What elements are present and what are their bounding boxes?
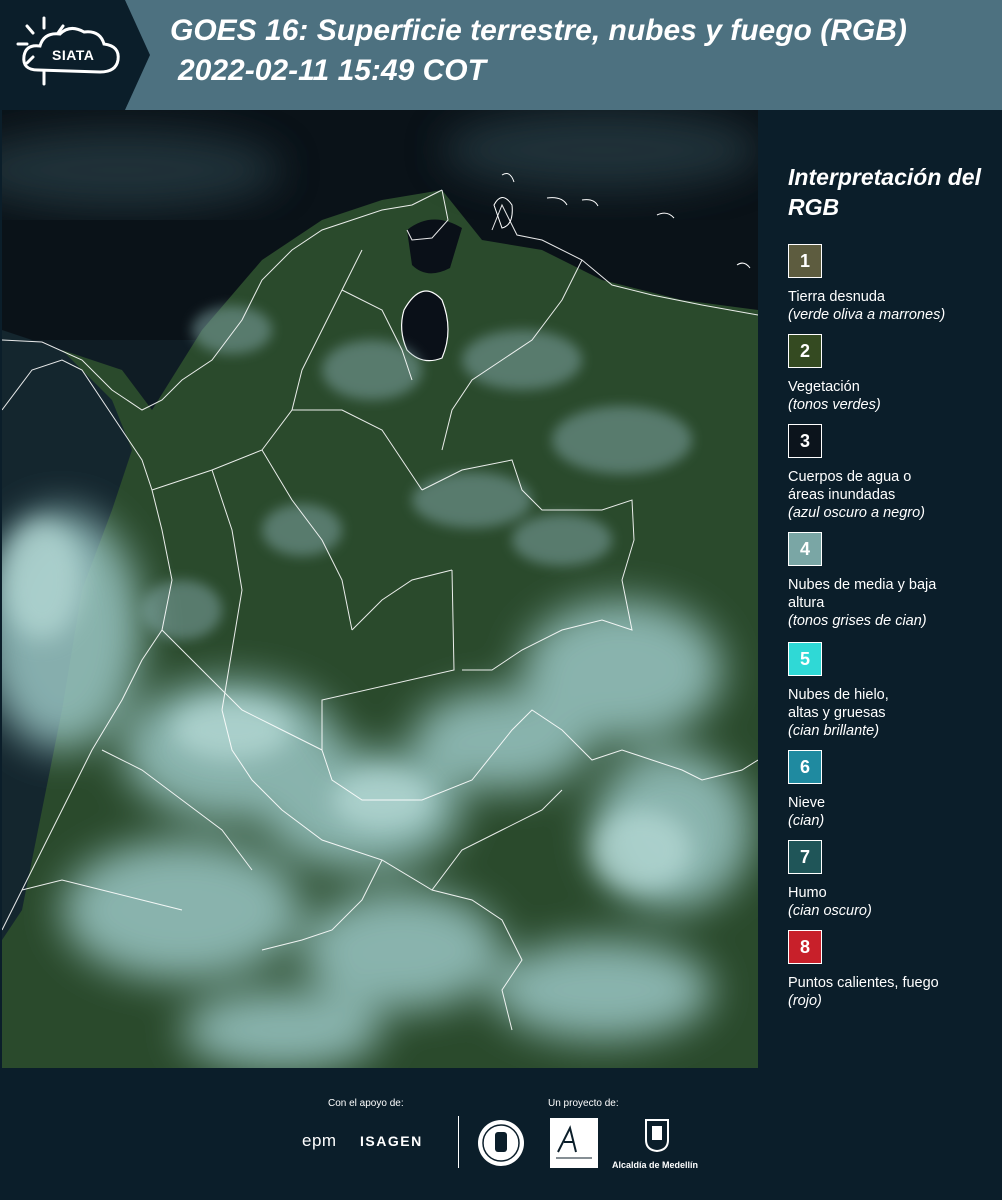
legend-note: (azul oscuro a negro)	[788, 505, 926, 521]
legend-item-smoke: 7 Humo (cian oscuro)	[788, 840, 998, 920]
legend-note: (verde oliva a marrones)	[788, 307, 946, 323]
logo-text: SIATA	[52, 47, 95, 63]
legend-label: Nubes de media y baja altura	[788, 577, 937, 611]
alcaldia-shield-icon	[645, 1119, 669, 1152]
legend-label: Nubes de hielo, altas y gruesas	[788, 687, 889, 721]
timestamp: 2022-02-11 15:49 COT	[178, 54, 486, 87]
legend-item-snow: 6 Nieve (cian)	[788, 750, 998, 830]
legend-note: (rojo)	[788, 993, 822, 1009]
swatch-8: 8	[788, 930, 822, 964]
header-bar: SIATA GOES 16: Superficie terrestre, nub…	[0, 0, 1002, 110]
swatch-3: 3	[788, 424, 822, 458]
footer-divider	[458, 1116, 459, 1168]
legend-note: (cian)	[788, 813, 825, 829]
swatch-5: 5	[788, 642, 822, 676]
isagen-logo: ISAGEN	[360, 1133, 423, 1149]
swatch-4: 4	[788, 532, 822, 566]
footer: Con el apoyo de: Un proyecto de: epm ISA…	[0, 1068, 1002, 1200]
page-title: GOES 16: Superficie terrestre, nubes y f…	[170, 14, 907, 47]
support-label: Con el apoyo de:	[328, 1098, 404, 1109]
legend-item-vegetation: 2 Vegetación (tonos verdes)	[788, 334, 998, 414]
project-label: Un proyecto de:	[548, 1098, 619, 1109]
satellite-map[interactable]	[2, 110, 758, 1068]
legend-label: Puntos calientes, fuego	[788, 975, 939, 991]
legend-item-low-clouds: 4 Nubes de media y baja altura (tonos gr…	[788, 532, 998, 630]
legend-item-water: 3 Cuerpos de agua o áreas inundadas (azu…	[788, 424, 998, 522]
legend-note: (tonos grises de cian)	[788, 613, 927, 629]
legend-title: Interpretación del RGB	[788, 164, 981, 220]
legend-item-fire: 8 Puntos calientes, fuego (rojo)	[788, 930, 998, 1010]
alcaldia-text: Alcaldía de Medellín	[612, 1160, 699, 1170]
area-metropolitana-logo	[550, 1118, 598, 1168]
legend-label: Cuerpos de agua o áreas inundadas	[788, 469, 912, 503]
legend-note: (cian oscuro)	[788, 903, 872, 919]
legend-label: Nieve	[788, 795, 826, 811]
legend-item-ice-clouds: 5 Nubes de hielo, altas y gruesas (cian …	[788, 642, 998, 740]
legend-note: (tonos verdes)	[788, 397, 881, 413]
swatch-2: 2	[788, 334, 822, 368]
legend-label: Vegetación	[788, 379, 860, 395]
epm-logo: epm	[302, 1131, 337, 1150]
university-seal-icon	[478, 1120, 524, 1166]
legend-panel: Interpretación del RGB 1 Tierra desnuda …	[760, 110, 1002, 1068]
siata-logo: SIATA	[0, 0, 150, 110]
swatch-7: 7	[788, 840, 822, 874]
legend-label: Humo	[788, 885, 827, 901]
legend-note: (cian brillante)	[788, 723, 880, 739]
legend-item-bare-land: 1 Tierra desnuda (verde oliva a marrones…	[788, 244, 998, 324]
swatch-6: 6	[788, 750, 822, 784]
legend-label: Tierra desnuda	[788, 289, 885, 305]
swatch-1: 1	[788, 244, 822, 278]
